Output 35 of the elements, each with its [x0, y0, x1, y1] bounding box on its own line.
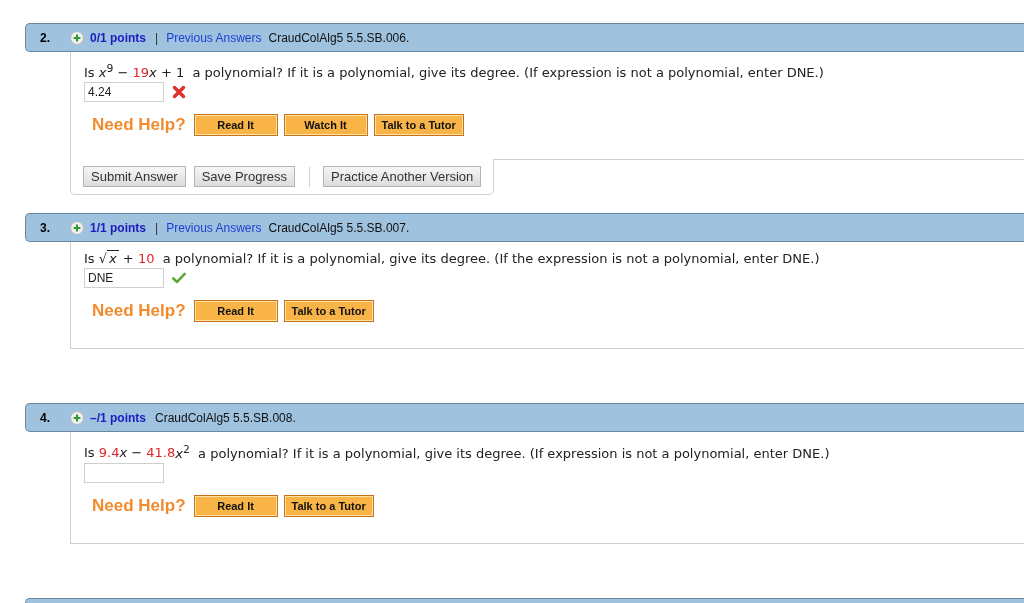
help-button[interactable]: Talk to a Tutor [373, 114, 464, 137]
answer-field[interactable]: DNE [84, 268, 164, 289]
question-text: Is √x + 10 a polynomial? If it is a polynomial, give its degree. (If the expression is not a polynomial, enter DNE.) [84, 250, 821, 269]
action-button[interactable]: Save Progress [193, 166, 295, 188]
points-label: –/1 points [90, 410, 146, 425]
separator-text: | [155, 30, 159, 45]
question-number: 4. [39, 410, 51, 425]
question-code: CraudColAlg5 5.5.SB.008. [155, 410, 296, 425]
question-number: 2. [39, 30, 51, 45]
help-button[interactable]: Read It [193, 494, 278, 517]
help-button[interactable]: Read It [193, 300, 278, 323]
help-button[interactable]: Talk to a Tutor [283, 494, 374, 517]
help-button[interactable]: Talk to a Tutor [283, 300, 374, 323]
points-label: 1/1 points [90, 220, 146, 235]
question-code: CraudColAlg5 5.5.SB.007. [268, 220, 410, 235]
plus-icon[interactable] [70, 30, 84, 45]
previous-answers-link[interactable]: Previous Answers [166, 30, 262, 45]
need-help-label: Need Help? [92, 495, 186, 516]
separator-text: | [155, 220, 159, 235]
plus-icon[interactable] [70, 410, 84, 425]
action-button[interactable]: Submit Answer [83, 166, 186, 188]
answer-field[interactable]: 4.24 [84, 82, 164, 103]
action-button[interactable]: Practice Another Version [322, 166, 482, 188]
previous-answers-link[interactable]: Previous Answers [166, 220, 262, 235]
plus-icon[interactable] [70, 220, 84, 235]
help-button[interactable]: Read It [193, 114, 278, 137]
question-code: CraudColAlg5 5.5.SB.006. [268, 30, 410, 45]
question-number: 3. [39, 220, 51, 235]
question-text: Is 9.4x − 41.8x$^{2}$ a polynomial? If it is a polynomial, give its degree. (If expression is not a polynomial, enter DNE.) [84, 441, 831, 463]
answer-field[interactable] [84, 462, 164, 483]
need-help-label: Need Help? [92, 115, 186, 136]
points-label: 0/1 points [90, 30, 146, 45]
question-text: Is x$^{9}$ − 19x + 1 a polynomial? If it is a polynomial, give its degree. (If expression is not a polynomial, enter DNE.) [84, 61, 825, 83]
need-help-label: Need Help? [92, 301, 186, 322]
help-button[interactable]: Watch It [283, 114, 368, 137]
